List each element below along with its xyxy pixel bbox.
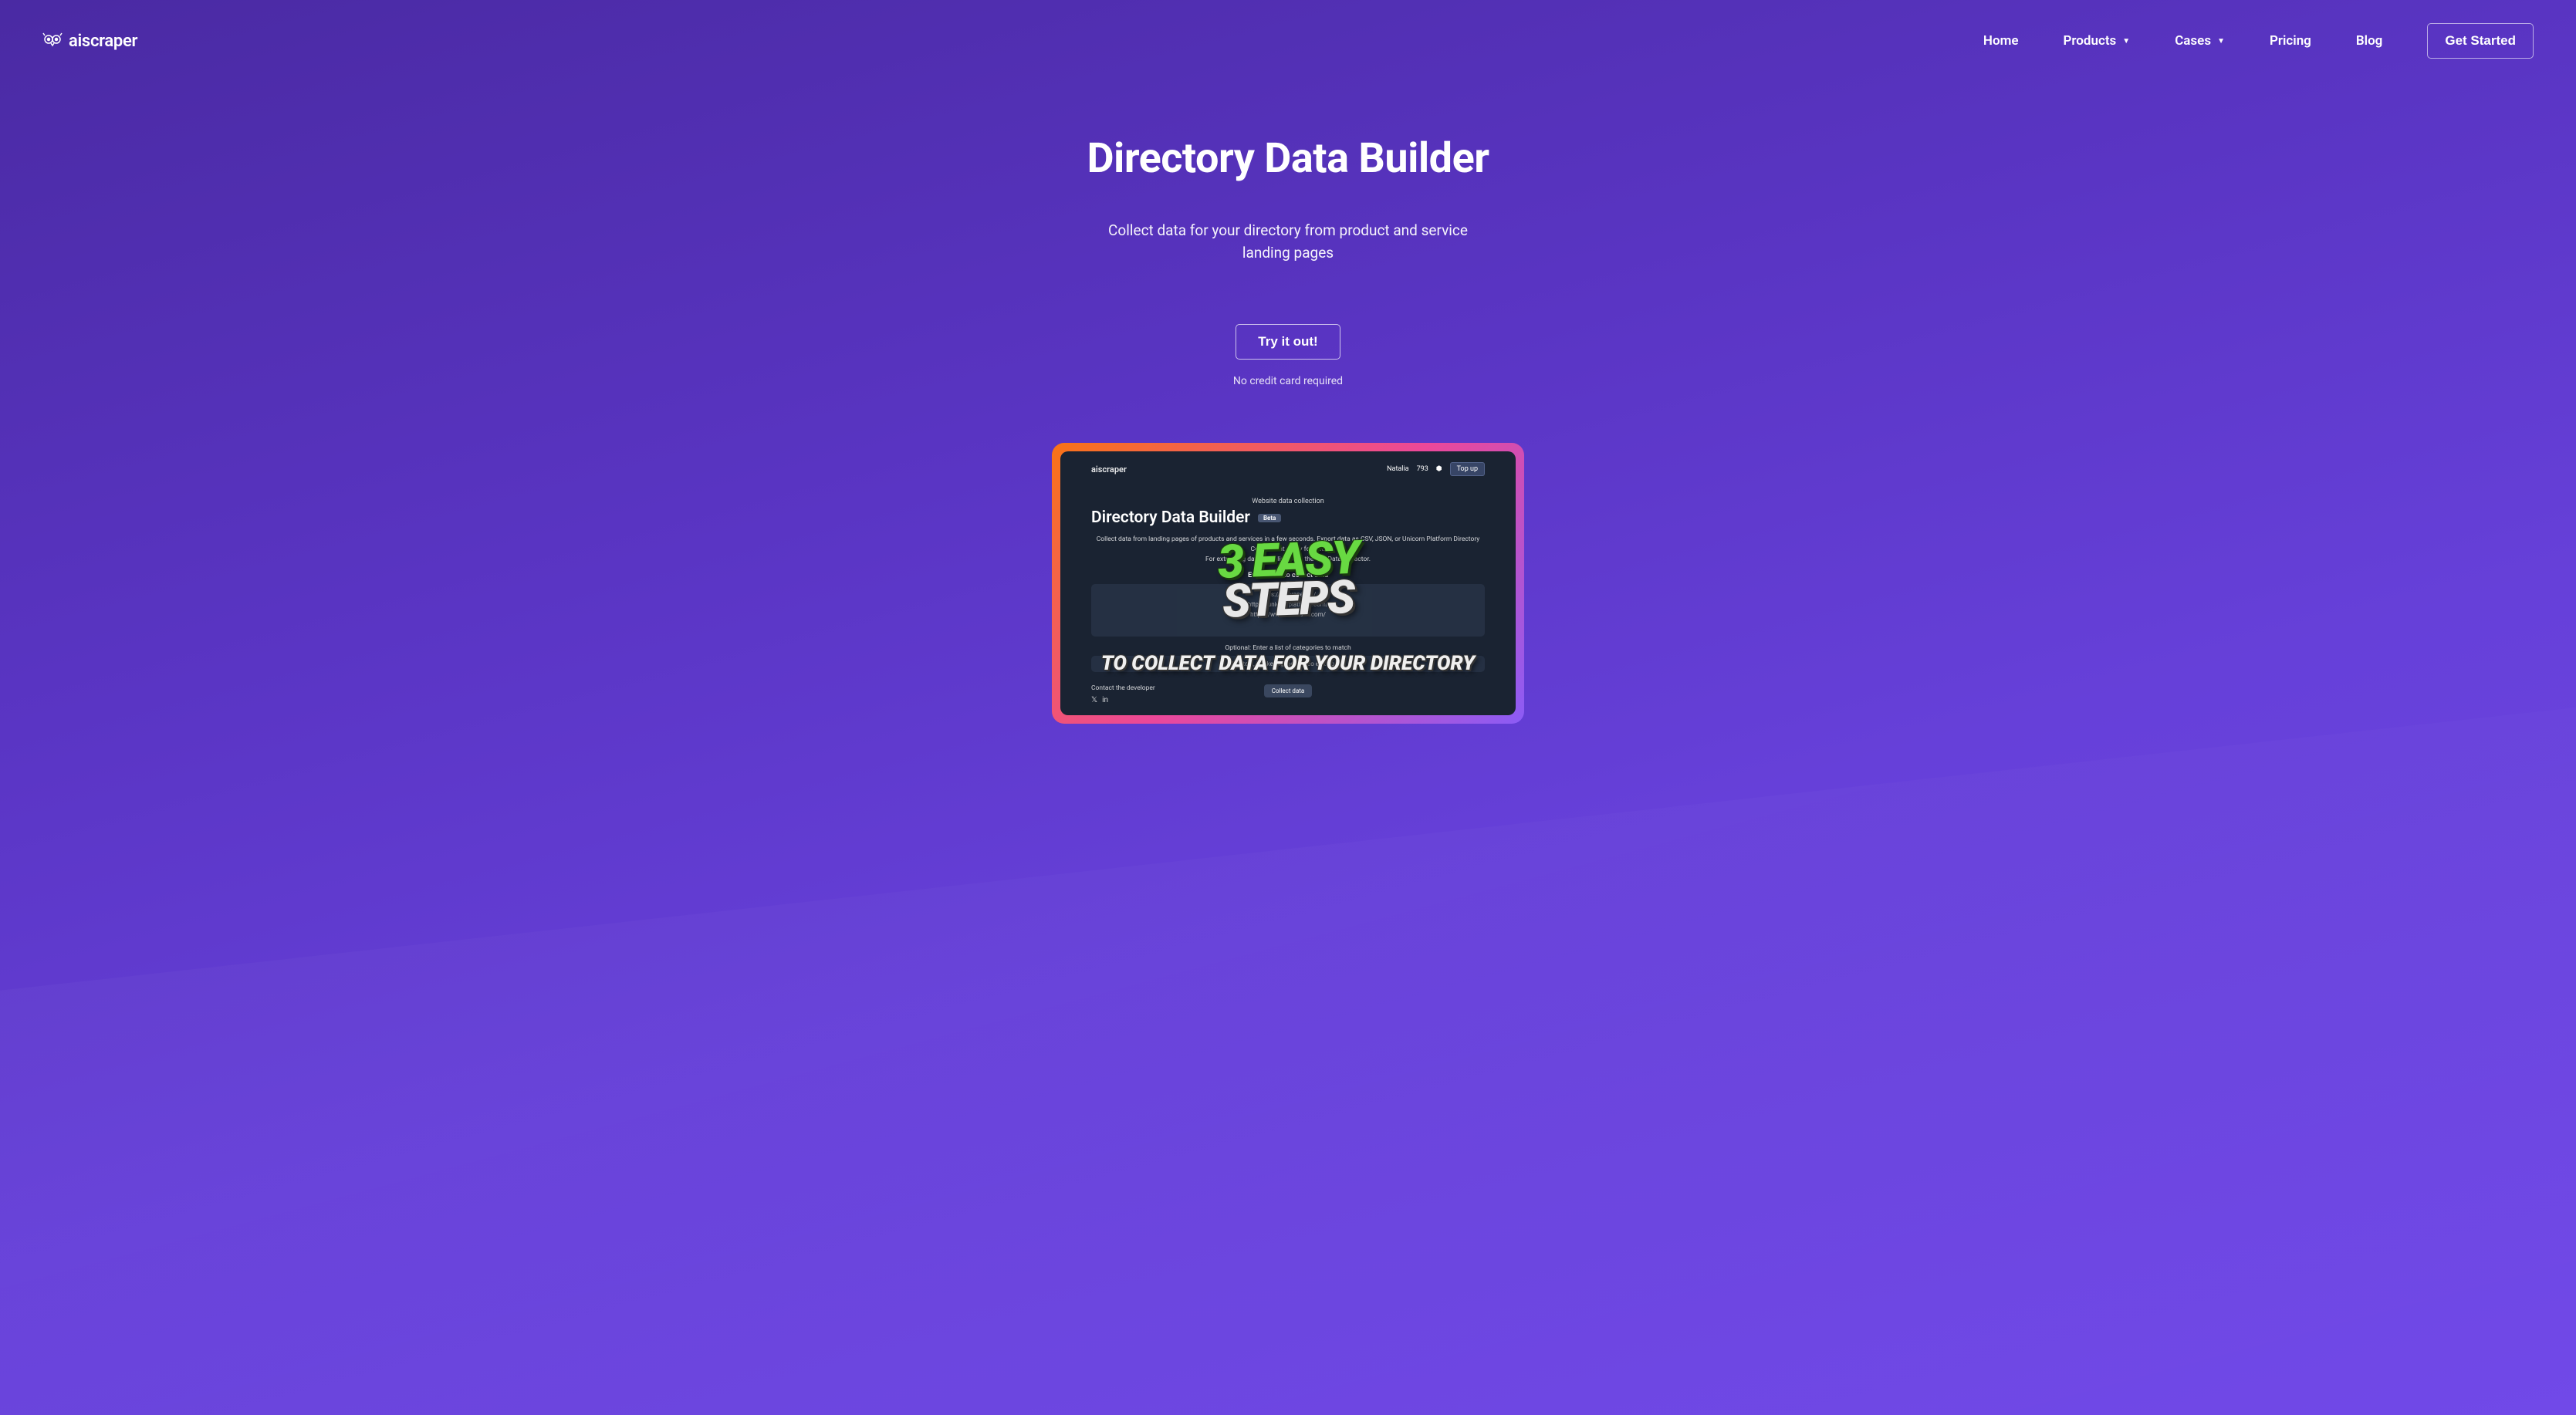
social-icons: 𝕏 in xyxy=(1091,696,1155,704)
nav-pricing-label: Pricing xyxy=(2270,33,2311,49)
logo[interactable]: aiscraper xyxy=(42,32,137,51)
chevron-down-icon: ▼ xyxy=(2217,37,2225,46)
preview-desc-1: Collect data from landing pages of produ… xyxy=(1097,535,1480,553)
nav-home[interactable]: Home xyxy=(1983,33,2019,49)
logo-text: aiscraper xyxy=(69,32,137,51)
linkedin-icon: in xyxy=(1102,696,1108,704)
preview-optional-label: Optional: Enter a list of categories to … xyxy=(1091,644,1485,652)
overlay-bottom-text: TO COLLECT DATA FOR YOUR DIRECTORY xyxy=(1101,652,1475,675)
nav-blog-label: Blog xyxy=(2356,33,2383,49)
nav-pricing[interactable]: Pricing xyxy=(2270,33,2311,49)
page-subtitle: Collect data for your directory from pro… xyxy=(1103,220,1473,264)
preview-urls-textarea: https://aiscraper.co/ https://unicornpla… xyxy=(1091,584,1485,637)
page-title: Directory Data Builder xyxy=(0,134,2576,183)
preview-breadcrumb: Website data collection xyxy=(1091,498,1485,505)
collect-data-button: Collect data xyxy=(1264,684,1313,697)
sample-url-3: https://www.semrush.com/ xyxy=(1099,610,1477,620)
sample-url-2: https://unicornplatform.com/ xyxy=(1099,600,1477,610)
coin-icon: ⬢ xyxy=(1436,465,1442,473)
beta-badge: Beta xyxy=(1258,514,1281,522)
preview-description: Collect data from landing pages of produ… xyxy=(1091,535,1485,564)
nav-blog[interactable]: Blog xyxy=(2356,33,2383,49)
preview-header: aiscraper Natalia 793 ⬢ Top up xyxy=(1091,462,1485,476)
main-nav: Home Products ▼ Cases ▼ Pricing Blog Get… xyxy=(1983,23,2534,59)
preview-user-name: Natalia xyxy=(1387,465,1408,473)
contact-developer: Contact the developer 𝕏 in xyxy=(1091,684,1155,704)
nav-cases-label: Cases xyxy=(2175,33,2211,49)
nav-products[interactable]: Products ▼ xyxy=(2063,33,2130,49)
chevron-down-icon: ▼ xyxy=(2122,37,2130,46)
no-credit-text: No credit card required xyxy=(0,375,2576,387)
preview-urls-label: Enter URLs to collect data xyxy=(1091,572,1485,579)
try-it-button[interactable]: Try it out! xyxy=(1236,324,1340,360)
preview-card[interactable]: aiscraper Natalia 793 ⬢ Top up Website d… xyxy=(1052,443,1524,724)
nav-home-label: Home xyxy=(1983,33,2019,49)
preview-user-balance: 793 xyxy=(1417,465,1428,473)
preview-inner: aiscraper Natalia 793 ⬢ Top up Website d… xyxy=(1060,451,1516,715)
preview-title-text: Directory Data Builder xyxy=(1091,508,1250,527)
topup-button: Top up xyxy=(1450,462,1485,476)
preview-title: Directory Data Builder Beta xyxy=(1091,508,1485,527)
x-icon: 𝕏 xyxy=(1091,696,1097,704)
preview-user-info: Natalia 793 ⬢ Top up xyxy=(1387,462,1485,476)
sample-url-1: https://aiscraper.co/ xyxy=(1099,590,1477,600)
hero-section: Directory Data Builder Collect data for … xyxy=(0,82,2576,724)
preview-desc-2: For extracting data from lists, use the … xyxy=(1205,556,1371,563)
nav-products-label: Products xyxy=(2063,33,2116,49)
get-started-button[interactable]: Get Started xyxy=(2427,23,2534,59)
preview-logo: aiscraper xyxy=(1091,464,1127,474)
nav-cases[interactable]: Cases ▼ xyxy=(2175,33,2225,49)
owl-icon xyxy=(42,32,63,50)
page-header: aiscraper Home Products ▼ Cases ▼ Pricin… xyxy=(0,0,2576,82)
contact-label: Contact the developer xyxy=(1091,684,1155,692)
